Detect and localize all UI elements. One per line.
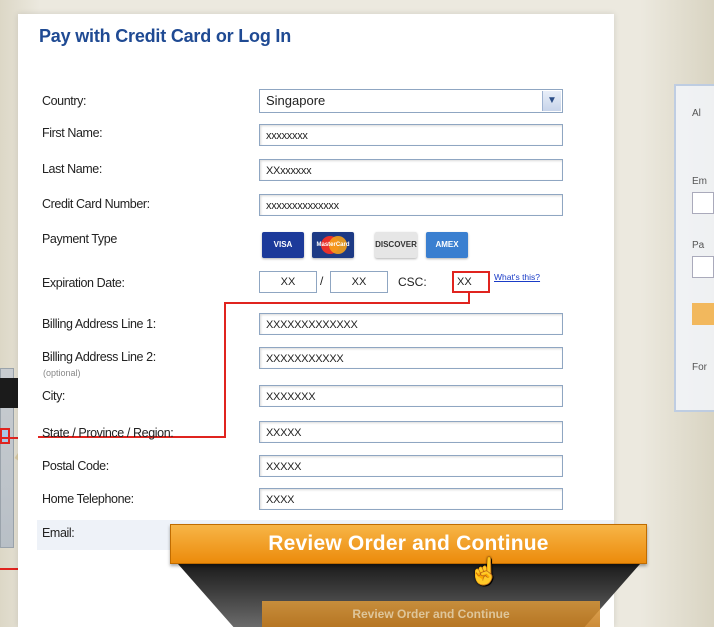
- billing-line2-input[interactable]: XXXXXXXXXXX: [259, 347, 563, 369]
- review-order-button[interactable]: Review Order and Continue: [170, 524, 647, 564]
- hand-cursor-icon: ☝: [468, 556, 501, 586]
- csc-input[interactable]: XX: [452, 271, 490, 293]
- magnetic-strip: [0, 378, 18, 408]
- first-name-label: First Name:: [42, 126, 103, 140]
- country-select-value: Singapore: [266, 93, 326, 108]
- city-label: City:: [42, 389, 66, 403]
- card-number-label: Credit Card Number:: [42, 197, 150, 211]
- csc-connector-line: [224, 302, 470, 304]
- city-input[interactable]: XXXXXXX: [259, 385, 563, 407]
- state-input[interactable]: XXXXX: [259, 421, 563, 443]
- email-label: Email:: [42, 526, 75, 540]
- last-name-input[interactable]: XXxxxxxx: [259, 159, 563, 181]
- discover-card-icon[interactable]: DISCOVER: [375, 232, 417, 258]
- postal-code-input[interactable]: XXXXX: [259, 455, 563, 477]
- login-button[interactable]: [692, 303, 714, 325]
- login-footer-text: For: [692, 362, 707, 373]
- card-number-input[interactable]: xxxxxxxxxxxxxx: [259, 194, 563, 216]
- whats-this-link[interactable]: What's this?: [494, 272, 540, 282]
- amex-card-icon[interactable]: AMEX: [426, 232, 468, 258]
- billing-line2-label: Billing Address Line 2:: [42, 350, 156, 364]
- login-password-input[interactable]: [692, 256, 714, 278]
- expiration-month-input[interactable]: XX: [259, 271, 317, 293]
- optional-label: (optional): [43, 368, 81, 378]
- country-select[interactable]: Singapore ▼: [259, 89, 563, 113]
- csc-label: CSC:: [398, 275, 427, 289]
- payment-type-label: Payment Type: [42, 232, 117, 246]
- login-email-label: Em: [692, 176, 707, 187]
- login-password-label: Pa: [692, 240, 705, 251]
- home-telephone-input[interactable]: XXXX: [259, 488, 563, 510]
- expiration-separator: /: [320, 274, 324, 288]
- billing-line1-label: Billing Address Line 1:: [42, 317, 156, 331]
- mastercard-icon[interactable]: MasterCard: [312, 232, 354, 258]
- expiration-date-label: Expiration Date:: [42, 276, 125, 290]
- review-order-button-original[interactable]: Review Order and Continue: [262, 601, 600, 627]
- visa-card-icon[interactable]: VISA: [262, 232, 304, 258]
- page-title: Pay with Credit Card or Log In: [39, 26, 292, 46]
- home-telephone-label: Home Telephone:: [42, 492, 134, 506]
- last-name-label: Last Name:: [42, 162, 102, 176]
- billing-line1-input[interactable]: XXXXXXXXXXXXX: [259, 313, 563, 335]
- csc-connector-line: [224, 302, 226, 438]
- state-label: State / Province / Region:: [42, 426, 174, 440]
- login-panel-title: Al: [692, 108, 701, 119]
- postal-code-label: Postal Code:: [42, 459, 109, 473]
- country-label: Country:: [42, 94, 87, 108]
- expiration-year-input[interactable]: XX: [330, 271, 388, 293]
- login-email-input[interactable]: [692, 192, 714, 214]
- first-name-input[interactable]: xxxxxxxx: [259, 124, 563, 146]
- chevron-down-icon[interactable]: ▼: [542, 91, 561, 111]
